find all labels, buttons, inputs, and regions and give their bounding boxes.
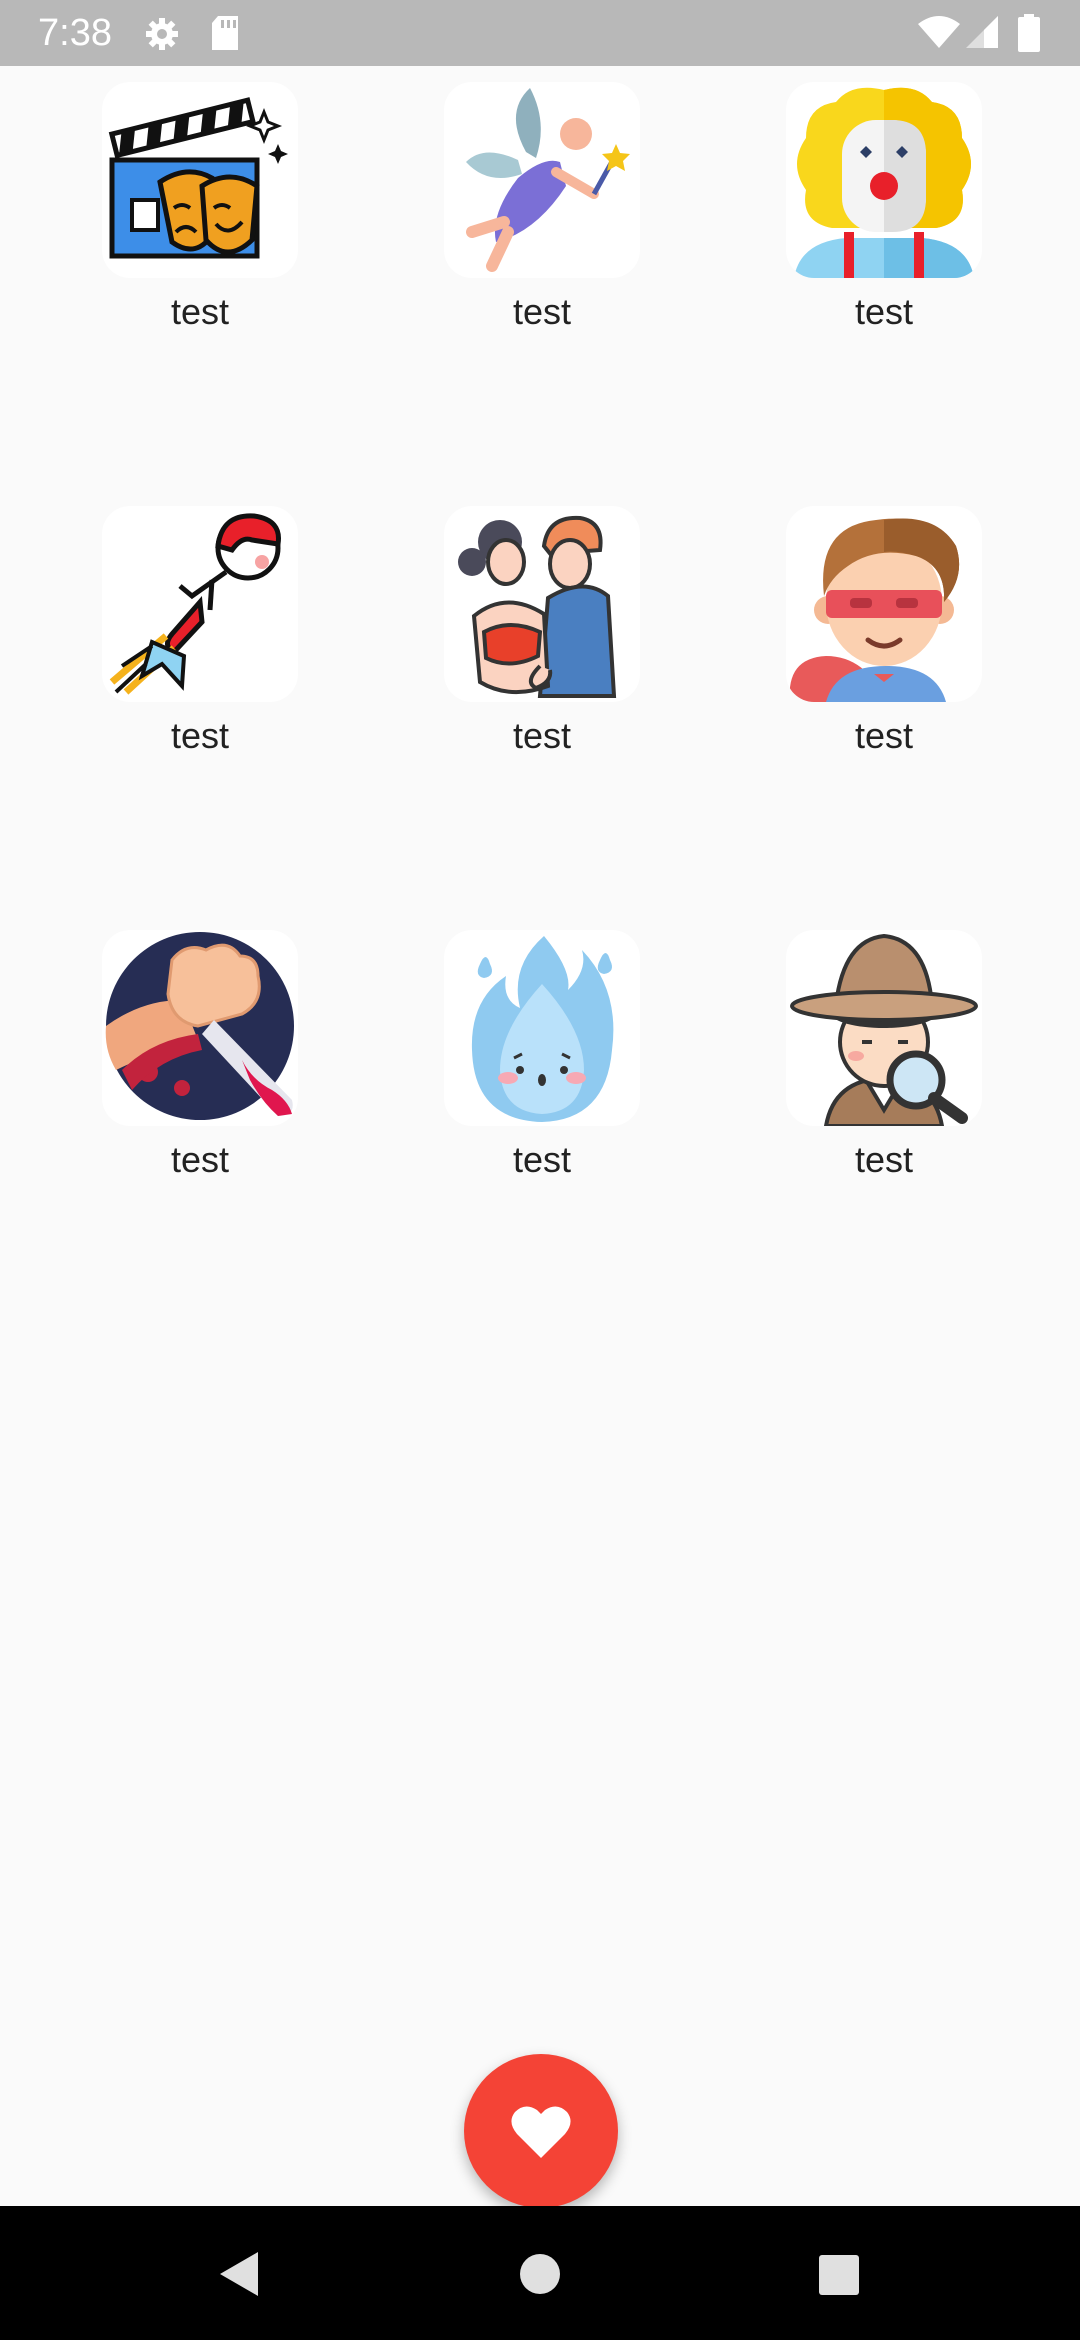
wifi-icon — [918, 16, 960, 48]
grid-item-theater[interactable]: test — [102, 82, 298, 332]
grid-item-knife[interactable]: test — [102, 930, 298, 1180]
grid-item-fairy[interactable]: test — [444, 82, 640, 332]
battery-icon — [1018, 14, 1040, 52]
grid-item-label: test — [512, 291, 572, 332]
recents-icon[interactable] — [818, 2254, 860, 2296]
grid-item-label: test — [170, 291, 230, 332]
grid-item-label: test — [512, 715, 572, 756]
gear-icon — [146, 18, 178, 50]
navigation-bar — [0, 2206, 1080, 2340]
grid-item-detective[interactable]: test — [786, 930, 982, 1180]
status-time: 7:38 — [38, 12, 112, 54]
theater-masks-image — [102, 82, 298, 278]
grid-item-label: test — [854, 715, 914, 756]
couple-image — [444, 506, 640, 702]
grid-item-label: test — [854, 1139, 914, 1180]
grid-item-label: test — [170, 1139, 230, 1180]
sd-card-icon — [212, 16, 238, 50]
grid-item-clown[interactable]: test — [786, 82, 982, 332]
detective-image — [786, 930, 982, 1126]
superhero-kid-image — [786, 506, 982, 702]
grid-item-flame[interactable]: test — [444, 930, 640, 1180]
signal-icon — [966, 16, 998, 48]
grid-item-label: test — [170, 715, 230, 756]
grid-item-superhero-kid[interactable]: test — [786, 506, 982, 756]
back-icon[interactable] — [216, 2250, 262, 2298]
blue-flame-image — [444, 930, 640, 1126]
grid-item-rocket-hero[interactable]: test — [102, 506, 298, 756]
home-icon[interactable] — [518, 2252, 562, 2296]
status-bar: 7:38 — [0, 0, 1080, 66]
favorite-fab-button[interactable] — [464, 2054, 618, 2208]
fairy-image — [444, 82, 640, 278]
hand-knife-image — [102, 930, 298, 1126]
grid-item-label: test — [854, 291, 914, 332]
heart-icon — [511, 2106, 571, 2158]
clown-image — [786, 82, 982, 278]
grid-item-label: test — [512, 1139, 572, 1180]
rocket-hero-image — [102, 506, 298, 702]
grid-item-couple[interactable]: test — [444, 506, 640, 756]
